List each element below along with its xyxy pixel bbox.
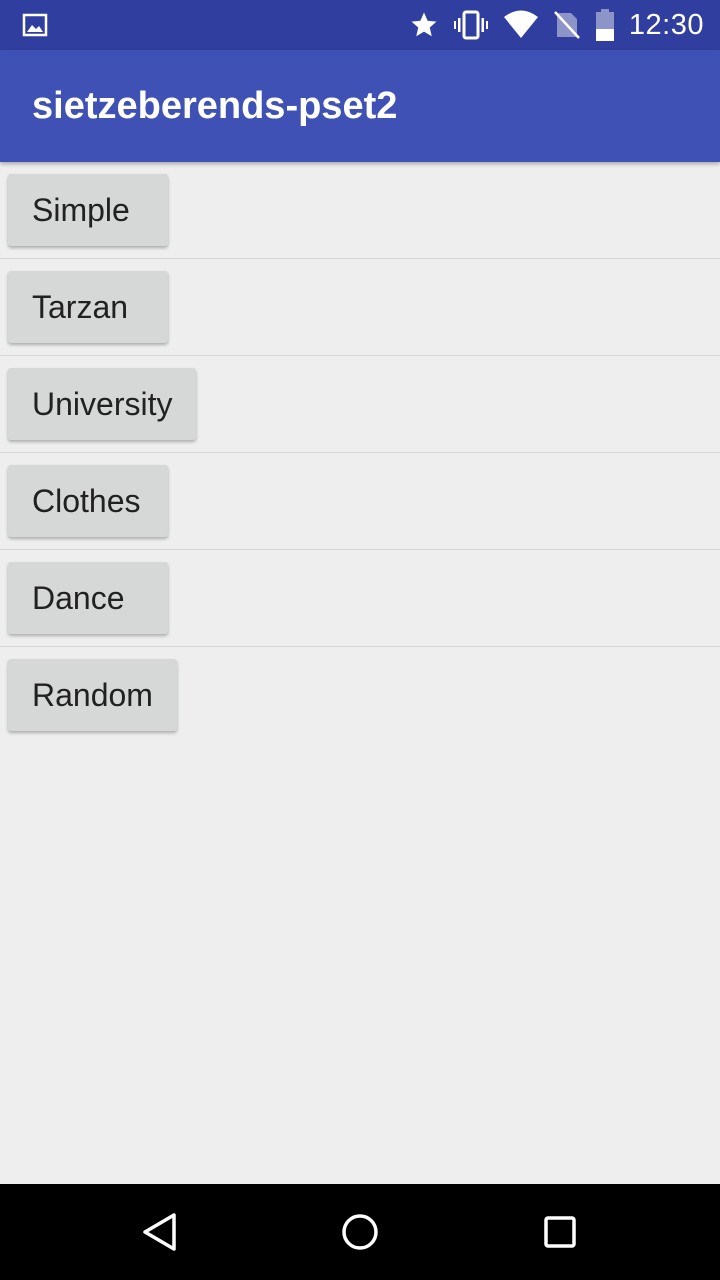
list-item: Clothes: [0, 453, 720, 550]
dance-button[interactable]: Dance: [8, 562, 168, 634]
status-icons: 12:30: [395, 0, 704, 50]
university-button[interactable]: University: [8, 368, 197, 440]
status-time: 12:30: [628, 8, 704, 41]
back-icon[interactable]: [136, 1208, 184, 1256]
no-sim-icon: [553, 10, 581, 40]
navigation-bar: [0, 1184, 720, 1280]
status-bar: 12:30: [0, 0, 720, 50]
list-item: University: [0, 356, 720, 453]
list-item: Random: [0, 647, 720, 743]
app-title: sietzeberends-pset2: [32, 85, 398, 127]
vibrate-icon: [453, 10, 489, 40]
home-icon[interactable]: [336, 1208, 384, 1256]
list-item: Simple: [0, 162, 720, 259]
simple-button[interactable]: Simple: [8, 174, 168, 246]
category-list: Simple Tarzan University Clothes Dance R…: [0, 162, 720, 743]
recents-icon[interactable]: [536, 1208, 584, 1256]
clothes-button[interactable]: Clothes: [8, 465, 168, 537]
star-icon: [409, 10, 439, 40]
list-item: Tarzan: [0, 259, 720, 356]
image-notification-icon: [22, 12, 48, 38]
wifi-icon: [503, 10, 539, 40]
battery-icon: [595, 9, 615, 41]
app-bar: sietzeberends-pset2: [0, 50, 720, 162]
list-item: Dance: [0, 550, 720, 647]
random-button[interactable]: Random: [8, 659, 177, 731]
tarzan-button[interactable]: Tarzan: [8, 271, 168, 343]
